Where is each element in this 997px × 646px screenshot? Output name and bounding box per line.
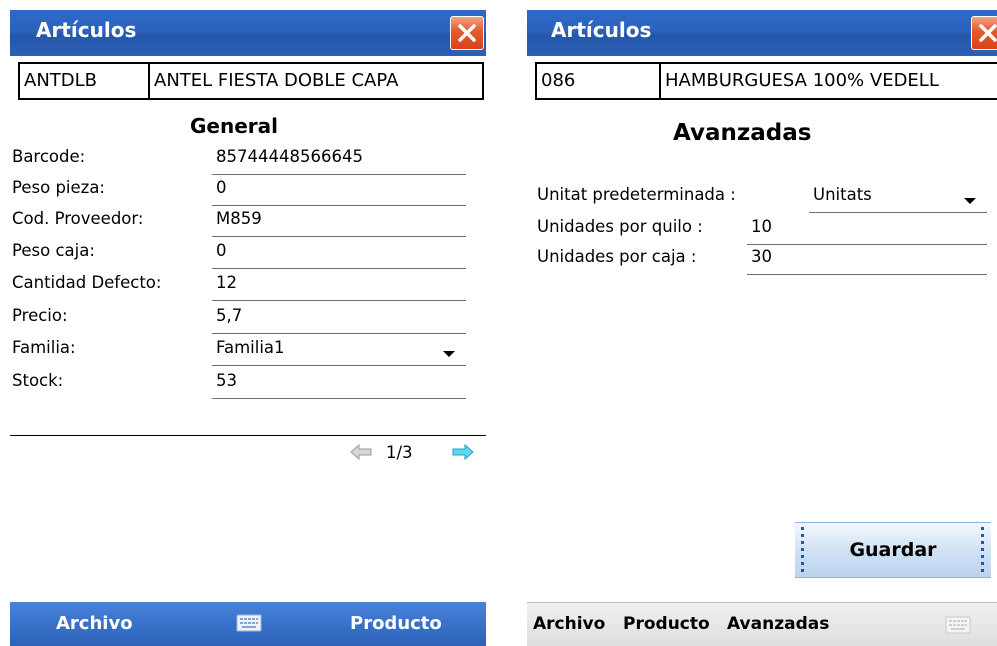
keyboard-icon[interactable]	[236, 614, 262, 632]
separator	[10, 435, 486, 436]
window-title: Artículos	[551, 18, 652, 42]
barcode-label: Barcode:	[12, 147, 86, 166]
cantidad-defecto-field[interactable]: 12	[212, 273, 466, 301]
chevron-down-icon[interactable]	[964, 198, 976, 204]
close-icon	[458, 24, 476, 42]
close-button[interactable]	[450, 16, 484, 50]
unit-select[interactable]: Unitats	[809, 185, 987, 213]
cod-proveedor-field[interactable]: M859	[212, 209, 466, 237]
per-kilo-label: Unidades por quilo :	[537, 217, 703, 236]
per-box-label: Unidades por caja :	[537, 247, 697, 266]
peso-caja-label: Peso caja:	[12, 241, 95, 260]
article-header: ANTDLB ANTEL FIESTA DOBLE CAPA	[18, 62, 484, 100]
precio-label: Precio:	[12, 306, 68, 325]
title-bar: Artículos	[527, 10, 997, 56]
menu-bar: Archivo Producto	[10, 602, 486, 646]
article-code: 086	[541, 70, 576, 91]
menu-producto[interactable]: Producto	[350, 613, 442, 634]
article-description: HAMBURGUESA 100% VEDELL	[665, 70, 939, 91]
article-header: 086 HAMBURGUESA 100% VEDELL	[535, 62, 997, 100]
familia-select[interactable]: Familia1	[212, 338, 466, 366]
menu-archivo[interactable]: Archivo	[56, 613, 133, 634]
cod-proveedor-label: Cod. Proveedor:	[12, 209, 144, 228]
menu-avanzadas[interactable]: Avanzadas	[727, 614, 829, 634]
stock-field[interactable]: 53	[212, 371, 466, 399]
save-button-label: Guardar	[849, 539, 937, 561]
menu-producto[interactable]: Producto	[623, 614, 710, 634]
peso-caja-field[interactable]: 0	[212, 241, 466, 269]
section-title: General	[190, 114, 278, 138]
barcode-field[interactable]: 85744448566645	[212, 147, 466, 175]
close-button[interactable]	[971, 16, 997, 50]
cantidad-defecto-label: Cantidad Defecto:	[12, 273, 162, 292]
peso-pieza-field[interactable]: 0	[212, 178, 466, 206]
left-screen: Artículos ANTDLB ANTEL FIESTA DOBLE CAPA…	[10, 10, 486, 646]
stock-label: Stock:	[12, 371, 64, 390]
arrow-right-icon[interactable]	[452, 444, 474, 460]
per-kilo-field[interactable]: 10	[747, 217, 987, 245]
chevron-down-icon[interactable]	[443, 351, 455, 357]
grip-right	[981, 527, 984, 573]
article-description: ANTEL FIESTA DOBLE CAPA	[154, 70, 399, 91]
section-title: Avanzadas	[673, 120, 812, 146]
unit-label: Unitat predeterminada :	[537, 185, 736, 204]
menu-bar: Archivo Producto Avanzadas	[527, 602, 997, 646]
page-indicator: 1/3	[386, 443, 413, 462]
keyboard-icon[interactable]	[945, 616, 971, 634]
save-button[interactable]: Guardar	[795, 522, 991, 578]
familia-label: Familia:	[12, 338, 76, 357]
right-screen: Artículos 086 HAMBURGUESA 100% VEDELL Av…	[527, 10, 997, 646]
article-code: ANTDLB	[24, 70, 98, 91]
peso-pieza-label: Peso pieza:	[12, 178, 105, 197]
window-title: Artículos	[36, 18, 137, 42]
arrow-left-icon[interactable]	[350, 444, 372, 460]
per-box-field[interactable]: 30	[747, 247, 987, 275]
menu-archivo[interactable]: Archivo	[533, 614, 605, 634]
title-bar: Artículos	[10, 10, 486, 56]
precio-field[interactable]: 5,7	[212, 306, 466, 334]
close-icon	[979, 24, 997, 42]
